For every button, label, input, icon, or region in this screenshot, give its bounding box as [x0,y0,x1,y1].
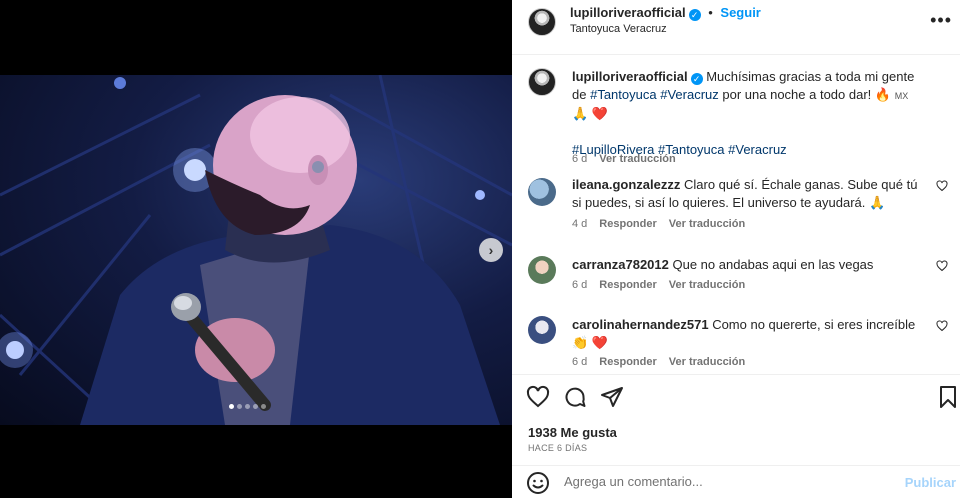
share-icon[interactable] [600,385,624,409]
follow-button[interactable]: Seguir [720,5,760,20]
carousel-dot [245,404,250,409]
like-comment-icon[interactable] [936,180,948,192]
translate-button[interactable]: Ver traducción [669,356,745,368]
comment-input[interactable] [564,474,884,489]
comment-icon[interactable] [563,385,587,409]
caption: lupilloriveraofficial ✓ Muchísimas gracia… [528,68,948,165]
like-icon[interactable] [526,385,550,409]
verified-badge-icon: ✓ [688,9,701,21]
emoji-icon[interactable] [526,471,550,495]
caption-body: por una noche a todo dar! 🔥 [722,87,892,102]
concert-photo [0,75,512,425]
comment-meta: 6 d Responder Ver traducción [572,356,745,368]
carousel-dot [253,404,258,409]
avatar[interactable] [528,178,556,206]
comment-item: ileana.gonzalezzz Claro qué sí. Échale g… [528,176,948,236]
more-options-icon[interactable]: ••• [930,10,952,31]
username-link[interactable]: carranza782012 [572,257,669,272]
timestamp: 6 d [572,279,588,291]
translate-button[interactable]: Ver traducción [599,153,675,165]
like-comment-icon[interactable] [936,260,948,272]
hashtag-link[interactable]: #Tantoyuca [590,87,657,102]
username-link[interactable]: ileana.gonzalezzz [572,177,680,192]
timestamp: 4 d [572,218,588,230]
carousel-dot [261,404,266,409]
post-date: HACE 6 DÍAS [528,443,588,453]
singer-illustration [0,75,512,425]
hashtag-link[interactable]: #Veracruz [660,87,719,102]
publish-button[interactable]: Publicar [905,475,956,490]
flag-mx: MX [894,91,909,101]
translate-button[interactable]: Ver traducción [669,218,745,230]
location-link[interactable]: Tantoyuca Veracruz [570,23,667,35]
avatar[interactable] [528,68,556,96]
post-media: › [0,0,512,498]
avatar[interactable] [528,316,556,344]
comment-item: carranza782012 Que no andabas aqui en la… [528,256,948,296]
comment-text: carranza782012 Que no andabas aqui en la… [572,256,922,274]
comment-composer: Publicar [512,465,960,498]
avatar[interactable] [528,8,556,36]
caption-meta: 6 d Ver traducción [572,153,676,165]
chevron-right-icon: › [488,242,494,258]
comment-body: Que no andabas aqui en las vegas [672,257,874,272]
username-link[interactable]: lupilloriveraofficial [570,5,686,20]
post-actions: 1938 Me gusta HACE 6 DÍAS [512,374,960,462]
post-details-panel: lupilloriveraofficial ✓ • Seguir Tantoyuc… [512,0,960,498]
likes-count[interactable]: 1938 Me gusta [528,425,617,440]
avatar[interactable] [528,256,556,284]
comment-text: carolinahernandez571 Como no quererte, s… [572,316,922,352]
comment-meta: 6 d Responder Ver traducción [572,279,745,291]
post-header: lupilloriveraofficial ✓ • Seguir Tantoyuc… [512,0,960,55]
timestamp: 6 d [572,356,588,368]
reply-button[interactable]: Responder [599,356,656,368]
next-media-button[interactable]: › [479,238,503,262]
caption-emojis: 🙏 ❤️ [572,106,608,121]
reply-button[interactable]: Responder [599,218,656,230]
translate-button[interactable]: Ver traducción [669,279,745,291]
carousel-indicator [229,404,266,409]
comments-list: lupilloriveraofficial ✓ Muchísimas gracia… [512,56,960,374]
carousel-dot [237,404,242,409]
comment-meta: 4 d Responder Ver traducción [572,218,745,230]
carousel-dot [229,404,234,409]
reply-button[interactable]: Responder [599,279,656,291]
save-icon[interactable] [936,385,960,409]
username-link[interactable]: lupilloriveraofficial [572,69,688,84]
comment-text: ileana.gonzalezzz Claro qué sí. Échale g… [572,176,922,212]
username-link[interactable]: carolinahernandez571 [572,317,709,332]
caption-text: lupilloriveraofficial ✓ Muchísimas gracia… [572,68,922,159]
comment-item: carolinahernandez571 Como no quererte, s… [528,316,948,374]
separator: • [708,5,713,20]
verified-badge-icon: ✓ [690,73,703,85]
like-comment-icon[interactable] [936,320,948,332]
header-line: lupilloriveraofficial ✓ • Seguir [570,5,761,21]
timestamp: 6 d [572,153,588,165]
hashtag-link[interactable]: #Veracruz [728,142,787,157]
